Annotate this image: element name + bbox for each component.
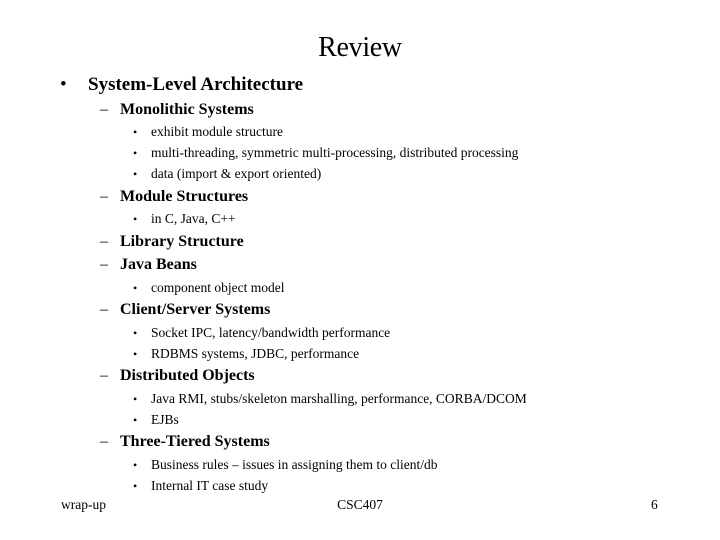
outline-item-text: data (import & export oriented) [151,166,322,181]
outline-item-text: RDBMS systems, JDBC, performance [151,346,360,361]
bullet-icon: • [133,392,138,406]
bullet-icon: • [133,281,138,295]
outline-item-text: Library Structure [120,233,244,250]
dash-icon: – [100,233,108,250]
dash-icon: – [100,367,108,384]
outline-item-text: Three-Tiered Systems [120,433,270,450]
outline-item-text: Monolithic Systems [120,101,254,118]
outline-item-text: in C, Java, C++ [151,211,236,226]
bullet-icon: • [133,125,138,139]
outline-item-text: exhibit module structure [151,124,283,139]
bullet-icon: • [60,74,67,95]
outline-item-text: component object model [151,280,285,295]
bullet-icon: • [133,347,138,361]
outline-item-text: EJBs [151,412,179,427]
bullet-icon: • [133,167,138,181]
bullet-icon: • [133,458,138,472]
outline-item-text: multi-threading, symmetric multi-process… [151,145,519,160]
footer-course-code: CSC407 [337,497,383,512]
bullet-icon: • [133,413,138,427]
bullet-icon: • [133,326,138,340]
slide: Review • System-Level Architecture – Mon… [0,0,720,540]
outline-item-text: Business rules – issues in assigning the… [151,457,438,472]
outline-item-text: Distributed Objects [120,367,255,384]
outline-item-text: Internal IT case study [151,478,269,493]
bullet-icon: • [133,479,138,493]
outline-item-text: Module Structures [120,188,249,205]
dash-icon: – [100,188,108,205]
dash-icon: – [100,101,108,118]
dash-icon: – [100,256,108,273]
outline-item-text: Java RMI, stubs/skeleton marshalling, pe… [151,391,527,406]
dash-icon: – [100,301,108,318]
outline-item-text: Socket IPC, latency/bandwidth performanc… [151,325,391,340]
page-number: 6 [651,497,658,512]
bullet-icon: • [133,146,138,160]
outline-item-text: Java Beans [120,256,197,273]
bullet-icon: • [133,212,138,226]
outline-item-text: System-Level Architecture [88,74,304,95]
dash-icon: – [100,433,108,450]
outline-item-text: Client/Server Systems [120,301,271,318]
slide-title: Review [318,32,402,63]
